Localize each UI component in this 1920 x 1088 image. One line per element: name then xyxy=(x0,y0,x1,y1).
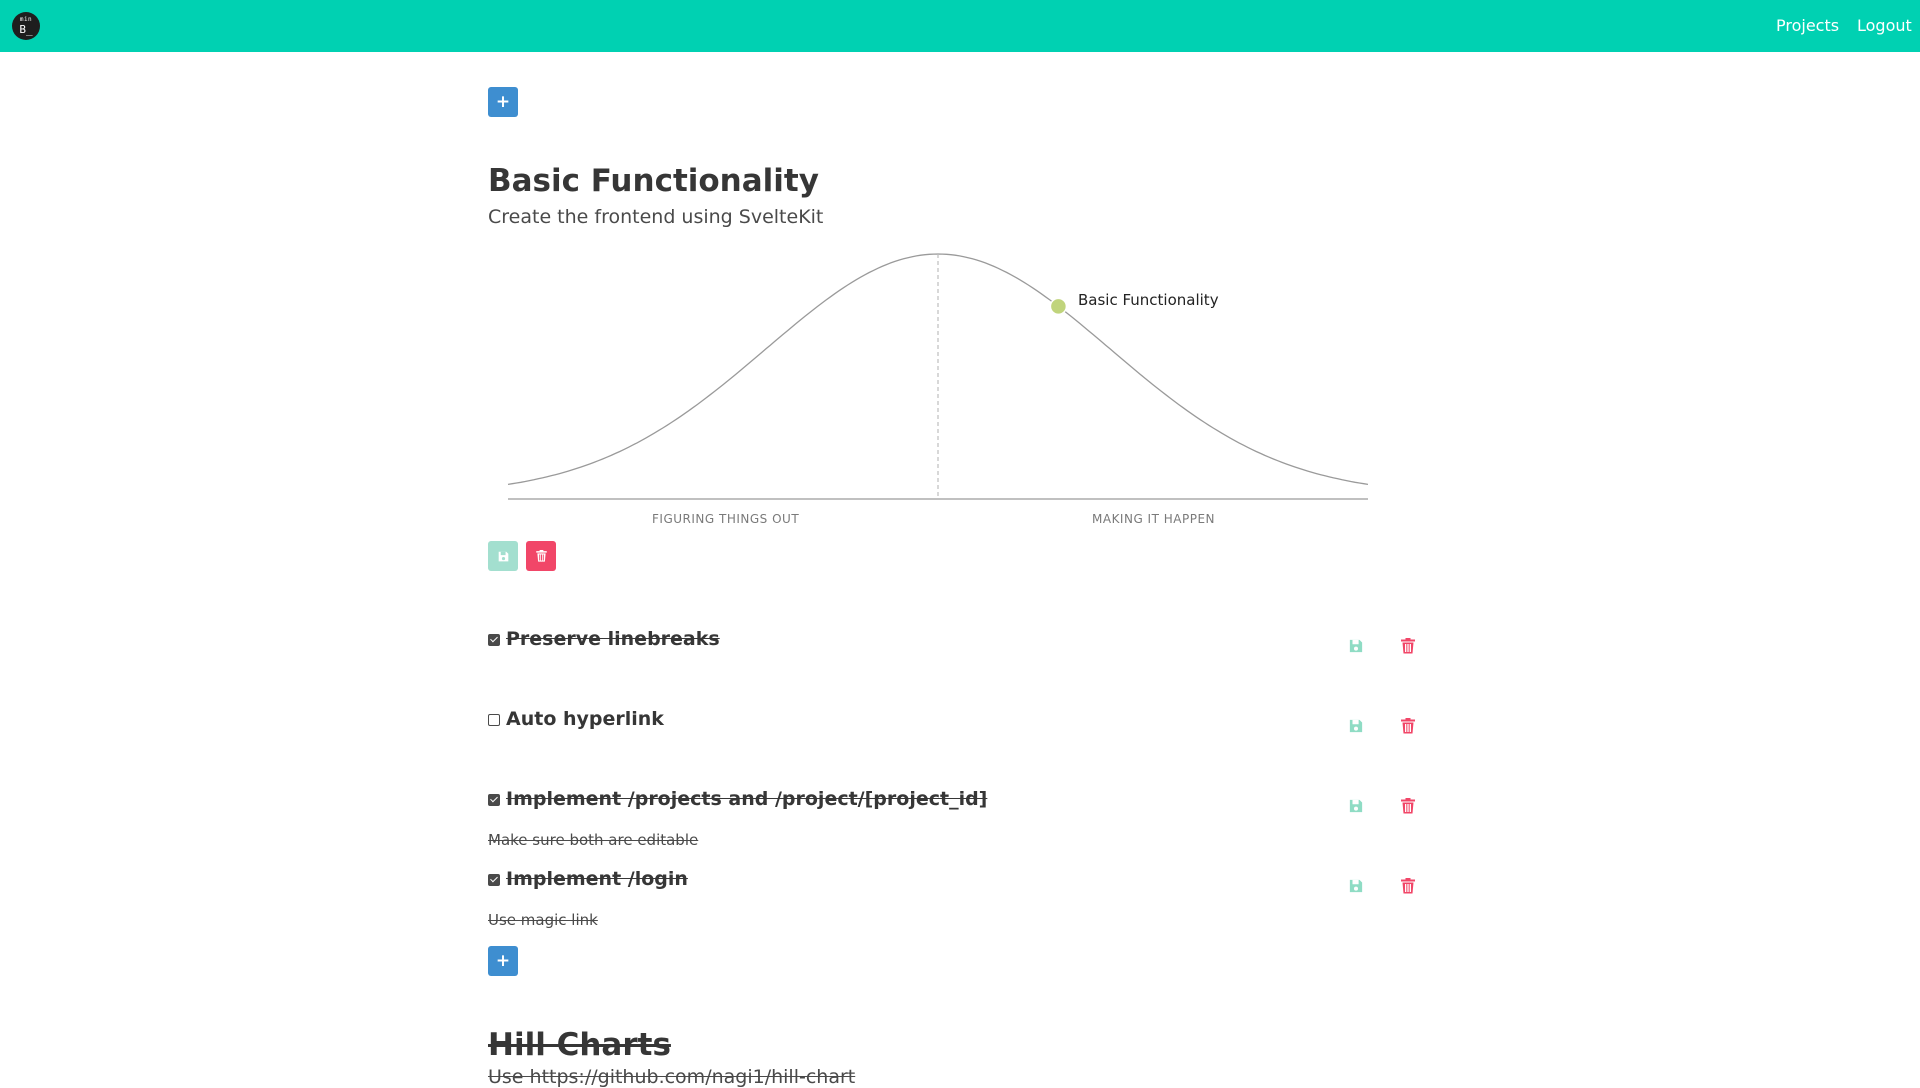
trash-icon xyxy=(535,550,547,562)
section-title: Hill Charts xyxy=(488,1027,671,1063)
save-task-button[interactable] xyxy=(1346,796,1366,816)
save-task-button[interactable] xyxy=(1346,716,1366,736)
save-chart-button[interactable] xyxy=(488,541,518,571)
task-title: Implement /login xyxy=(506,868,688,890)
hill-point[interactable] xyxy=(1049,297,1068,316)
task-description: Make sure both are editable xyxy=(488,831,699,849)
floppy-disk-icon xyxy=(1349,879,1363,893)
floppy-disk-icon xyxy=(1349,639,1363,653)
task-checkbox[interactable] xyxy=(488,794,500,806)
hill-chart xyxy=(507,253,1368,500)
task-title: Auto hyperlink xyxy=(506,708,664,730)
hill-left-label: FIGURING THINGS OUT xyxy=(652,512,800,526)
task-title: Implement /projects and /project/[projec… xyxy=(506,788,988,810)
nav-projects-link[interactable]: Projects xyxy=(1776,16,1839,35)
add-task-button[interactable]: + xyxy=(488,946,518,976)
delete-task-button[interactable] xyxy=(1398,796,1418,816)
floppy-disk-icon xyxy=(498,551,508,561)
hill-point-label: Basic Functionality xyxy=(1078,291,1219,309)
task-checkbox[interactable] xyxy=(488,634,500,646)
task-title: Preserve linebreaks xyxy=(506,628,720,650)
trash-icon xyxy=(1401,878,1415,894)
task-checkbox[interactable] xyxy=(488,874,500,886)
logo-bottom-text: B_ xyxy=(19,23,33,36)
delete-task-button[interactable] xyxy=(1398,636,1418,656)
nav-logout-link[interactable]: Logout xyxy=(1857,16,1912,35)
logo[interactable]: min B_ xyxy=(12,12,40,40)
floppy-disk-icon xyxy=(1349,719,1363,733)
trash-icon xyxy=(1401,718,1415,734)
project-title: Basic Functionality xyxy=(488,163,819,199)
navbar: min B_ Projects Logout xyxy=(0,0,1920,52)
delete-chart-button[interactable] xyxy=(526,541,556,571)
delete-task-button[interactable] xyxy=(1398,716,1418,736)
delete-task-button[interactable] xyxy=(1398,876,1418,896)
save-task-button[interactable] xyxy=(1346,636,1366,656)
trash-icon xyxy=(1401,638,1415,654)
task-description: Use magic link xyxy=(488,911,598,929)
hill-right-label: MAKING IT HAPPEN xyxy=(1092,512,1216,526)
section-subtitle: Use https://github.com/nagi1/hill-chart xyxy=(488,1066,856,1088)
trash-icon xyxy=(1401,798,1415,814)
task-checkbox[interactable] xyxy=(488,714,500,726)
floppy-disk-icon xyxy=(1349,799,1363,813)
save-task-button[interactable] xyxy=(1346,876,1366,896)
add-project-button[interactable]: + xyxy=(488,87,518,117)
project-subtitle: Create the frontend using SvelteKit xyxy=(488,206,824,228)
